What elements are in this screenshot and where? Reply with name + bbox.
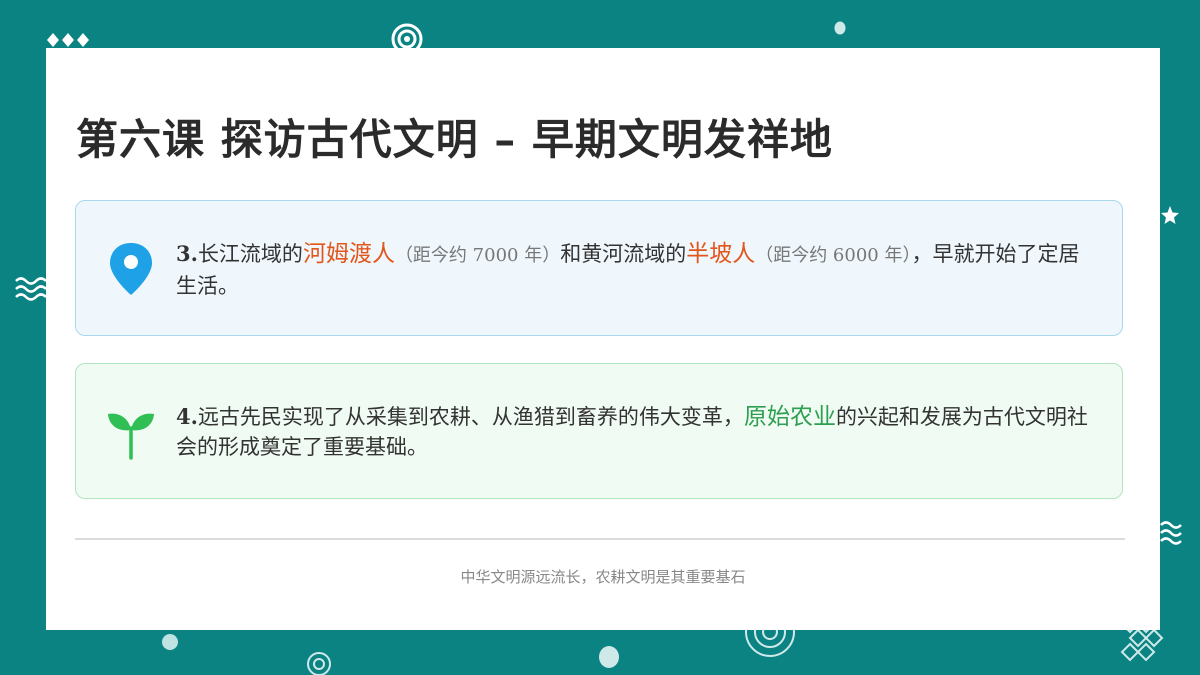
map-pin-icon (110, 243, 152, 295)
highlight-banpo: 半坡人 (686, 241, 756, 267)
footer-note: 中华文明源远流长，农耕文明是其重要基石 (460, 568, 746, 586)
card-text: 3.长江流域的河姆渡人（距今约 7000 年）和黄河流域的半坡人（距今约 600… (176, 239, 1098, 301)
item-number: 4. (176, 404, 198, 429)
sprout-icon (108, 413, 154, 460)
slide-title: 第六课 探访古代文明 – 早期文明发祥地 (76, 115, 833, 164)
info-card-agriculture: 4.远古先民实现了从采集到农耕、从渔猎到畜养的伟大变革，原始农业的兴起和发展为古… (75, 363, 1123, 499)
info-card-hemudu-banpo: 3.长江流域的河姆渡人（距今约 7000 年）和黄河流域的半坡人（距今约 600… (75, 200, 1123, 336)
spiral-icon (307, 652, 331, 675)
star-icon (1161, 206, 1179, 224)
slide-panel: 第六课 探访古代文明 – 早期文明发祥地 3.长江流域的河姆渡人（距今约 700… (46, 48, 1160, 630)
dot-icon (162, 634, 178, 650)
diamond-pattern-icon (47, 33, 89, 47)
wave-lines-icon (1160, 521, 1182, 545)
concentric-circle-icon (745, 628, 795, 657)
date-note-banpo: （距今约 6000 年） (755, 245, 912, 266)
item-number: 3. (176, 241, 198, 266)
card-text: 4.远古先民实现了从采集到农耕、从渔猎到畜养的伟大变革，原始农业的兴起和发展为古… (176, 402, 1098, 462)
dot-icon (834, 21, 846, 35)
date-note-hemudu: （距今约 7000 年） (394, 245, 561, 266)
divider (75, 538, 1125, 540)
text-segment: 长江流域的 (197, 242, 303, 266)
text-segment: 和黄河流域的 (560, 242, 687, 266)
text-segment: 远古先民实现了从采集到农耕、从渔猎到畜养的伟大变革， (197, 405, 744, 429)
dot-icon (599, 646, 619, 668)
wave-lines-icon (15, 277, 47, 301)
highlight-hemudu: 河姆渡人 (302, 241, 395, 267)
highlight-agriculture: 原始农业 (743, 404, 836, 430)
